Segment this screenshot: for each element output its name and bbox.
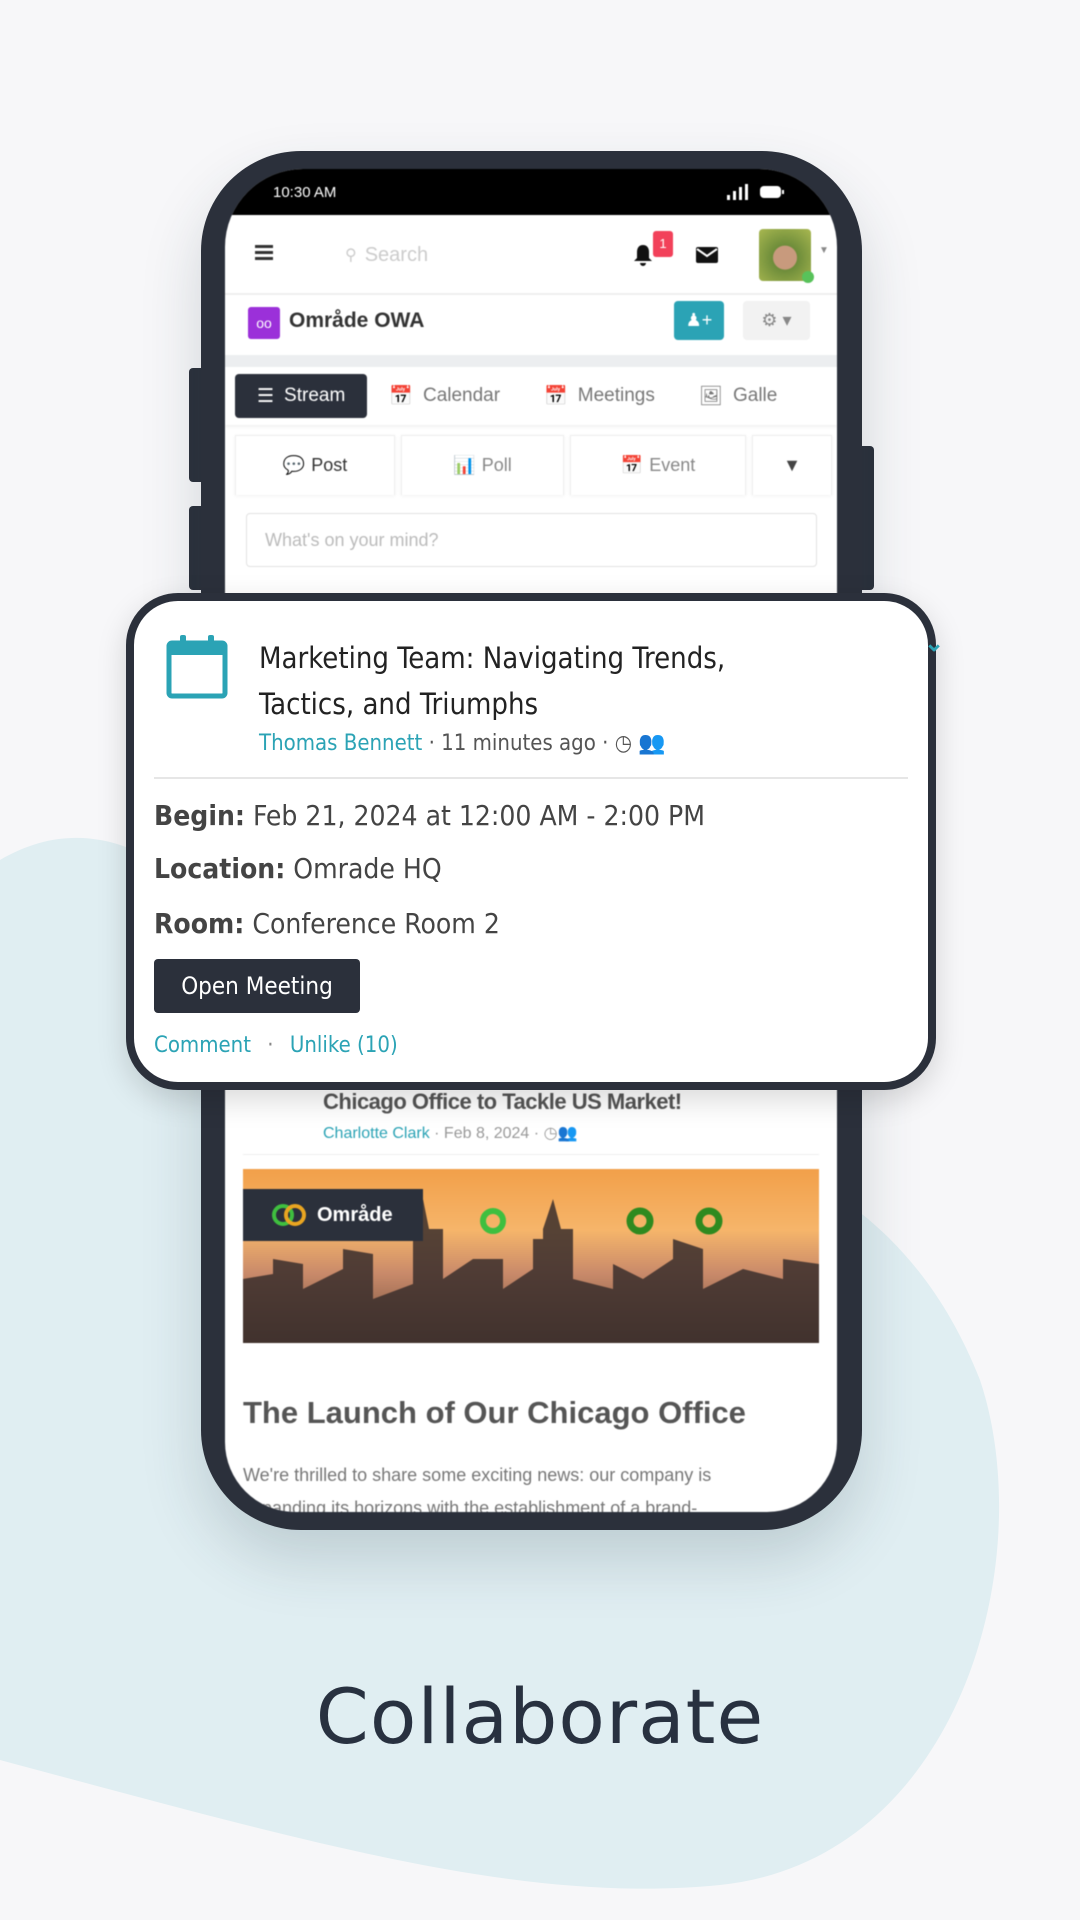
settings-button[interactable]: ⚙ ▾ (743, 301, 810, 340)
composer-input[interactable]: What's on your mind? (246, 513, 817, 567)
chevron-down-icon[interactable]: ▼ (819, 245, 829, 256)
top-header: ⚲ Search 1 ▼ (225, 215, 837, 295)
tagline: Collaborate (315, 1672, 765, 1761)
divider (154, 777, 908, 779)
calendar-icon: 📅 (544, 386, 568, 407)
group-icon: 👥 (557, 1125, 578, 1142)
tab-post[interactable]: 💬 Post (235, 435, 395, 495)
author-link[interactable]: Thomas Bennett (259, 731, 422, 756)
post2-paragraph: We're thrilled to share some exciting ne… (243, 1465, 712, 1512)
group-name: Område OWA (289, 309, 425, 332)
omrade-image-logo: Område (243, 1189, 423, 1241)
calendar-icon: 📅 (620, 455, 644, 475)
open-meeting-button[interactable]: Open Meeting (154, 959, 360, 1013)
status-time: 10:30 AM (273, 183, 337, 201)
omrade-logo-icon (272, 1204, 306, 1226)
group-logo: oo (248, 307, 280, 339)
add-member-button[interactable]: ♟+ (674, 301, 724, 340)
event-room: Room: Conference Room 2 (154, 907, 500, 940)
clock-icon: ◷ (543, 1125, 558, 1142)
add-user-icon: ♟+ (685, 310, 713, 330)
list-icon: ☰ (257, 385, 275, 407)
calendar-icon: 📅 (389, 386, 413, 407)
battery-icon (760, 186, 784, 198)
clock-icon: ◷ (614, 731, 632, 756)
search-input[interactable]: ⚲ Search (345, 239, 545, 271)
tab-stream[interactable]: ☰ Stream (235, 374, 368, 418)
gear-icon: ⚙ ▾ (761, 310, 792, 330)
post2-image: Område (243, 1169, 819, 1343)
comment-icon: 💬 (282, 455, 306, 475)
signal-icon (727, 184, 748, 200)
tab-meetings[interactable]: 📅 Meetings (522, 374, 677, 418)
image-icon: 🖼 (698, 386, 723, 407)
group-tabs: ☰ Stream 📅 Calendar 📅 Meetings 🖼 Galle (225, 367, 837, 425)
more-tabs-dropdown[interactable]: ▼ (752, 435, 832, 495)
tab-event[interactable]: 📅 Event (570, 435, 746, 495)
post-time: · 11 minutes ago · (428, 731, 609, 756)
bell-icon[interactable] (633, 243, 653, 267)
group-bar: oo Område OWA ♟+ ⚙ ▾ (225, 295, 837, 367)
post2-date: · Feb 8, 2024 · (434, 1125, 540, 1142)
tab-gallery[interactable]: 🖼 Galle (677, 374, 799, 418)
search-placeholder: Search (364, 243, 429, 266)
hamburger-menu-icon[interactable] (255, 245, 273, 261)
mail-icon[interactable] (696, 247, 718, 263)
caret-down-icon: ▼ (783, 455, 801, 475)
event-begin: Begin: Feb 21, 2024 at 12:00 AM - 2:00 P… (154, 799, 705, 832)
collapse-chevron-icon[interactable]: ⌄ (924, 629, 944, 658)
event-title[interactable]: Marketing Team: Navigating Trends, Tacti… (259, 635, 725, 727)
tab-poll[interactable]: 📊 Poll (401, 435, 564, 495)
post2-title: Chicago Office to Tackle US Market! (323, 1089, 682, 1114)
chart-icon: 📊 (453, 455, 476, 475)
composer-tabs: 💬 Post 📊 Poll 📅 Event ▼ (235, 435, 832, 495)
comment-link[interactable]: Comment (154, 1033, 251, 1058)
status-bar: 10:30 AM (225, 169, 837, 215)
post2-author[interactable]: Charlotte Clark (323, 1125, 430, 1142)
event-location: Location: Omrade HQ (154, 852, 442, 885)
notification-badge: 1 (653, 231, 673, 257)
post-actions: Comment · Unlike (10) (154, 1033, 398, 1058)
online-status-dot (802, 271, 814, 283)
event-post-card: Marketing Team: Navigating Trends, Tacti… (126, 593, 944, 1090)
group-icon: 👥 (638, 731, 666, 756)
search-icon: ⚲ (345, 247, 357, 264)
event-meta: Thomas Bennett · 11 minutes ago · ◷ 👥 (259, 731, 666, 756)
calendar-icon (166, 635, 228, 699)
divider (243, 1154, 819, 1155)
unlike-link[interactable]: Unlike (10) (290, 1033, 398, 1058)
post2-meta: Charlotte Clark · Feb 8, 2024 · ◷👥 (323, 1123, 577, 1143)
post2-heading: The Launch of Our Chicago Office (243, 1395, 746, 1430)
tab-calendar[interactable]: 📅 Calendar (367, 374, 522, 418)
